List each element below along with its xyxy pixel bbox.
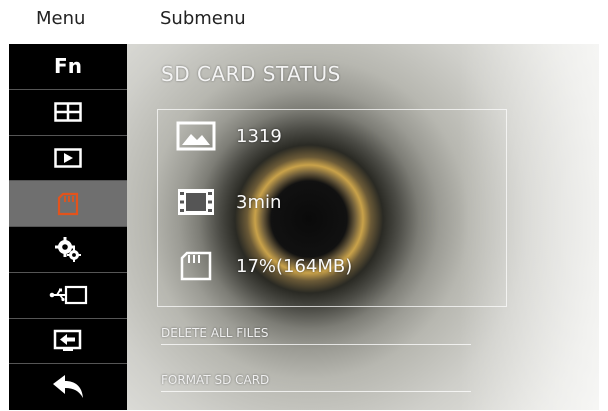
settings-gears-icon — [54, 236, 82, 263]
sidebar-item-export[interactable] — [9, 319, 127, 365]
status-row-video: 3min — [176, 182, 281, 222]
back-arrow-icon — [51, 374, 85, 400]
menu-caption: Menu — [36, 8, 86, 29]
sidebar-item-split-view[interactable] — [9, 90, 127, 136]
storage-usage: 17%(164MB) — [236, 255, 353, 277]
playback-icon — [54, 148, 82, 168]
fn-label: Fn — [54, 54, 82, 79]
status-row-storage: 17%(164MB) — [176, 246, 352, 286]
delete-all-files-label: DELETE ALL FILES — [161, 326, 269, 340]
usb-connection-icon — [48, 285, 88, 305]
sd-card-icon — [57, 192, 79, 216]
split-view-icon — [54, 102, 82, 122]
video-film-icon — [176, 187, 222, 217]
submenu-caption: Submenu — [160, 8, 246, 29]
video-duration: 3min — [236, 191, 282, 213]
header-labels: Menu Submenu — [0, 0, 608, 42]
sd-status-panel: 1319 3min 17%(164MB) — [157, 109, 507, 307]
format-sd-card-label: FORMAT SD CARD — [161, 373, 270, 387]
divider — [161, 344, 471, 345]
sidebar-item-usb[interactable] — [9, 273, 127, 319]
sidebar-item-back[interactable] — [9, 364, 127, 410]
sidebar-item-settings[interactable] — [9, 227, 127, 273]
sidebar-menu: Fn — [9, 44, 127, 410]
format-sd-card-button[interactable]: FORMAT SD CARD — [161, 373, 471, 392]
sidebar-item-sd-card[interactable] — [9, 181, 127, 227]
status-row-photos: 1319 — [176, 116, 282, 156]
sd-card-icon — [176, 251, 222, 281]
page-title: SD CARD STATUS — [161, 62, 341, 86]
export-icon — [53, 329, 83, 353]
sidebar-item-fn[interactable]: Fn — [9, 44, 127, 90]
delete-all-files-button[interactable]: DELETE ALL FILES — [161, 326, 471, 345]
sidebar-item-playback[interactable] — [9, 136, 127, 182]
photo-count: 1319 — [236, 125, 282, 147]
device-screen: Fn SD CARD STATUS 1319 3min 17%(164MB) D… — [9, 44, 599, 410]
photo-icon — [176, 121, 222, 151]
divider — [161, 391, 471, 392]
